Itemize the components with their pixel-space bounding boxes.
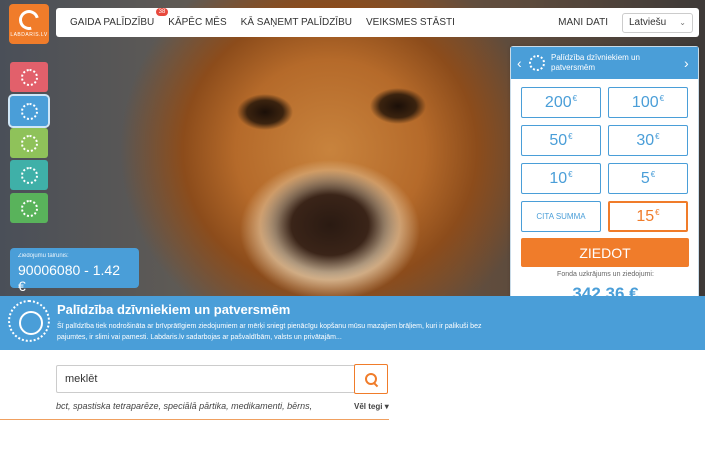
search-button[interactable] [354, 364, 388, 394]
category-environment-icon[interactable] [10, 160, 48, 190]
donation-panel-title: Palīdzība dzīvniekiem un patversmēm [551, 53, 640, 72]
next-arrow-icon[interactable]: › [684, 55, 692, 71]
fund-label: Fonda uzkrājums un ziedojumi: [557, 271, 654, 278]
donation-panel: ‹ Palīdzība dzīvniekiem un patversmēm › … [510, 46, 699, 314]
nav-right: MANI DATI Latviešu ⌄ [558, 12, 699, 33]
amount-value: 50 [549, 131, 568, 149]
category-nature-icon[interactable] [10, 128, 48, 158]
info-description: Šī palīdzība tiek nodrošināta ar brīvprā… [57, 323, 482, 341]
info-band: Palīdzība dzīvniekiem un patversmēm Šī p… [0, 296, 705, 350]
donation-panel-header: ‹ Palīdzība dzīvniekiem un patversmēm › [511, 47, 698, 79]
amount-value: 15 [636, 207, 655, 225]
leaf-icon [20, 199, 38, 217]
logo-text: LABDARIS.LV [10, 32, 48, 38]
amount-value: 5 [640, 169, 650, 187]
tag-list[interactable]: bct, spastiska tetraparēze, speciālā pār… [56, 401, 312, 411]
animal-seal-icon [8, 300, 50, 342]
euro-sign: € [572, 94, 578, 103]
phone-number: 90006080 - 1.42 € [18, 262, 120, 294]
euro-sign: € [655, 132, 660, 141]
amount-value: 100 [631, 93, 659, 111]
leaf-icon [20, 166, 38, 184]
phone-label: Ziedojumu tālrunis: [18, 253, 69, 259]
more-tags-label: Vēl tegi [354, 402, 383, 411]
info-title: Palīdzība dzīvniekiem un patversmēm [57, 302, 291, 317]
caret-down-icon: ▾ [384, 402, 389, 411]
amount-button-30[interactable]: 30 € [608, 125, 688, 156]
selected-amount-field[interactable]: 15 € [608, 201, 688, 232]
amount-value: 30 [636, 131, 655, 149]
divider [0, 419, 389, 420]
main-nav: GAIDA PALĪDZĪBU 38 KĀPĒC MĒS KĀ SAŅEMT P… [56, 8, 699, 37]
donate-button[interactable]: ZIEDOT [521, 238, 689, 267]
euro-sign: € [568, 132, 573, 141]
category-animals-icon[interactable] [10, 62, 48, 92]
euro-sign: € [655, 208, 660, 217]
labdaris-logo[interactable]: LABDARIS.LV [9, 4, 49, 44]
amount-button-200[interactable]: 200 € [521, 87, 601, 118]
animal-paw-icon [529, 55, 545, 71]
amount-value: 10 [549, 169, 568, 187]
animal-paw-icon [20, 68, 38, 86]
my-data-link[interactable]: MANI DATI [558, 17, 608, 28]
amount-button-10[interactable]: 10 € [521, 163, 601, 194]
chevron-down-icon: ⌄ [679, 18, 686, 27]
category-green-icon[interactable] [10, 193, 48, 223]
nav-item-why-us[interactable]: KĀPĒC MĒS [168, 17, 226, 28]
page: LABDARIS.LV GAIDA PALĪDZĪBU 38 KĀPĒC MĒS… [0, 0, 705, 457]
nav-item-success-stories[interactable]: VEIKSMES STĀSTI [366, 17, 455, 28]
previous-arrow-icon[interactable]: ‹ [517, 55, 525, 71]
category-animals-active-icon[interactable] [8, 94, 50, 128]
animal-paw-icon [20, 102, 38, 120]
euro-sign: € [650, 170, 656, 179]
other-amount-button[interactable]: CITA SUMMA [521, 201, 601, 232]
waiting-count-badge: 38 [155, 8, 169, 16]
language-value: Latviešu [629, 17, 667, 28]
nav-item-how-to-get-help[interactable]: KĀ SAŅEMT PALĪDZĪBU [241, 17, 352, 28]
top-bar: LABDARIS.LV GAIDA PALĪDZĪBU 38 KĀPĒC MĒS… [0, 0, 705, 46]
amount-button-50[interactable]: 50 € [521, 125, 601, 156]
nav-item-label: GAIDA PALĪDZĪBU [70, 17, 155, 28]
amount-value: 200 [544, 93, 572, 111]
amount-button-100[interactable]: 100 € [608, 87, 688, 118]
logo-mark-icon [15, 6, 43, 34]
search-input[interactable] [56, 365, 356, 393]
euro-sign: € [659, 94, 665, 103]
leaf-icon [20, 134, 38, 152]
search-icon [365, 373, 377, 385]
more-tags-link[interactable]: Vēl tegi ▾ [354, 402, 389, 411]
amount-button-5[interactable]: 5 € [608, 163, 688, 194]
donation-phone-box: Ziedojumu tālrunis: 90006080 - 1.42 € [10, 248, 139, 294]
nav-item-waiting-help[interactable]: GAIDA PALĪDZĪBU 38 [70, 8, 169, 28]
euro-sign: € [568, 170, 573, 179]
language-select[interactable]: Latviešu ⌄ [622, 12, 693, 33]
